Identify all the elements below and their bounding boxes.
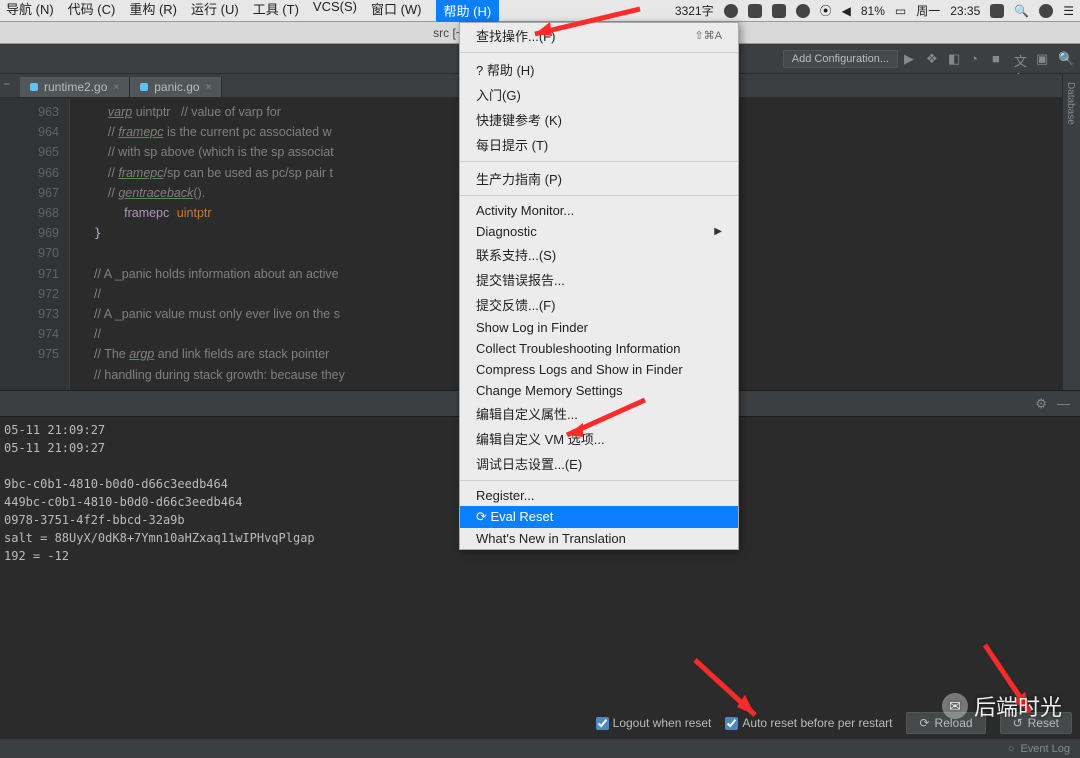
go-file-icon — [30, 83, 38, 91]
sogou-icon — [990, 4, 1004, 18]
notification-icon: ☰ — [1063, 4, 1074, 18]
ime-icon — [772, 4, 786, 18]
mac-menu-item[interactable]: VCS(S) — [313, 0, 357, 22]
spotlight-icon: 🔍 — [1014, 4, 1029, 18]
menu-item[interactable]: What's New in Translation — [460, 528, 738, 549]
mac-menu-item[interactable]: 工具 (T) — [253, 0, 299, 22]
char-count: 3321字 — [675, 2, 714, 19]
menu-item[interactable]: Diagnostic▶ — [460, 221, 738, 242]
add-configuration-button[interactable]: Add Configuration... — [783, 50, 898, 68]
debug-icon[interactable]: ❖ — [926, 51, 942, 67]
status-icon — [724, 4, 738, 18]
menu-item[interactable]: 调试日志设置...(E) — [460, 451, 738, 476]
layout-icon[interactable]: ▣ — [1036, 51, 1052, 67]
wifi-icon: ⦿ — [820, 2, 832, 19]
siri-icon — [1039, 4, 1053, 18]
stop-icon[interactable]: ■ — [992, 51, 1008, 67]
translate-icon[interactable]: 文A — [1014, 51, 1030, 67]
menu-item[interactable]: Collect Troubleshooting Information — [460, 338, 738, 359]
menu-item[interactable]: Show Log in Finder — [460, 317, 738, 338]
volume-icon: ◀ — [842, 4, 851, 18]
event-log-label[interactable]: Event Log — [1020, 743, 1070, 755]
menu-item[interactable]: 提交错误报告... — [460, 267, 738, 292]
settings-icon[interactable]: ⚙ — [1035, 396, 1047, 412]
menu-item[interactable]: Register... — [460, 485, 738, 506]
status-icon — [796, 4, 810, 18]
coverage-icon[interactable]: ◧ — [948, 51, 964, 67]
clock: 23:35 — [950, 4, 980, 18]
profile-icon[interactable]: ◔ — [970, 51, 986, 67]
menu-item[interactable]: 提交反馈...(F) — [460, 292, 738, 317]
menu-item[interactable]: 编辑自定义 VM 选项... — [460, 426, 738, 451]
editor-tab[interactable]: runtime2.go× — [20, 77, 130, 97]
close-icon[interactable]: × — [206, 82, 212, 93]
help-menu-dropdown: 查找操作...(F)⇧⌘A ? 帮助 (H)入门(G)快捷键参考 (K)每日提示 … — [459, 22, 739, 550]
search-icon[interactable]: 🔍 — [1058, 51, 1074, 67]
mac-menu-item[interactable]: 运行 (U) — [191, 0, 239, 22]
menu-item[interactable]: 快捷键参考 (K) — [460, 107, 738, 132]
battery-percent: 81% — [861, 4, 885, 18]
menu-item[interactable]: ⟳ Eval Reset — [460, 506, 738, 528]
run-icon[interactable]: ▶ — [904, 51, 920, 67]
menu-item[interactable]: 编辑自定义属性... — [460, 401, 738, 426]
menu-item[interactable]: 查找操作...(F)⇧⌘A — [460, 23, 738, 48]
watermark: ✉ 后端时光 — [942, 690, 1062, 722]
status-icon — [748, 4, 762, 18]
menu-item[interactable]: Activity Monitor... — [460, 200, 738, 221]
event-log-icon[interactable]: ○ — [1008, 743, 1015, 755]
battery-icon: ▭ — [895, 4, 906, 18]
go-file-icon — [140, 83, 148, 91]
status-bar: ○ Event Log — [0, 738, 1080, 758]
menu-item[interactable]: 生产力指南 (P) — [460, 166, 738, 191]
line-gutter: 963964965966967968969970971972973974975 — [0, 98, 70, 390]
menu-item[interactable]: Compress Logs and Show in Finder — [460, 359, 738, 380]
menu-item[interactable]: Change Memory Settings — [460, 380, 738, 401]
mac-menu-item[interactable]: 窗口 (W) — [371, 0, 422, 22]
editor-tab[interactable]: panic.go× — [130, 77, 222, 97]
mac-status-right: 3321字 ⦿ ◀ 81% ▭ 周一 23:35 🔍 ☰ — [675, 2, 1074, 19]
logout-when-reset-checkbox[interactable]: Logout when reset — [596, 716, 712, 730]
mac-menu-item[interactable]: 重构 (R) — [129, 0, 177, 22]
mac-menu-item[interactable]: 导航 (N) — [6, 0, 54, 22]
project-collapse-icon[interactable]: ⎯ — [4, 78, 10, 91]
menu-item[interactable]: 联系支持...(S) — [460, 242, 738, 267]
weekday: 周一 — [916, 2, 940, 19]
menu-item[interactable]: ? 帮助 (H) — [460, 57, 738, 82]
mac-menubar: 导航 (N) 代码 (C) 重构 (R) 运行 (U) 工具 (T) VCS(S) 窗口 (… — [0, 0, 1080, 22]
database-tool-tab[interactable]: Database — [1063, 74, 1078, 133]
auto-reset-checkbox[interactable]: Auto reset before per restart — [725, 716, 892, 730]
wechat-icon: ✉ — [942, 693, 968, 719]
mac-menu-item[interactable]: 帮助 (H) — [436, 0, 500, 22]
mac-menu-item[interactable]: 代码 (C) — [68, 0, 116, 22]
menu-item[interactable]: 每日提示 (T) — [460, 132, 738, 157]
menu-item[interactable]: 入门(G) — [460, 82, 738, 107]
right-sidebar: Database — [1062, 74, 1080, 390]
minimize-icon[interactable]: — — [1057, 396, 1070, 411]
close-icon[interactable]: × — [113, 82, 119, 93]
